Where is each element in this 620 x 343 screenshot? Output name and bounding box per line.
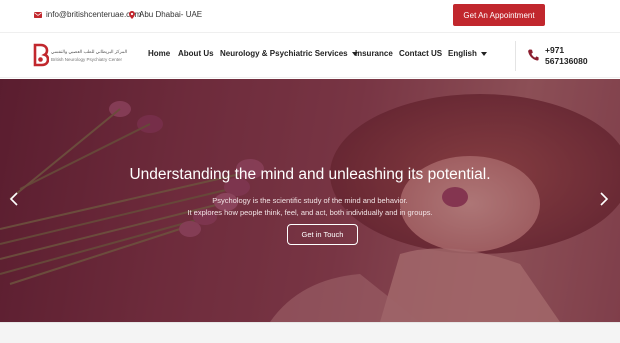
location-text: Abu Dhabai- UAE <box>139 10 203 19</box>
nav-about-label: About Us <box>178 49 214 58</box>
nav-divider <box>515 41 516 71</box>
location-pin-icon <box>129 10 135 19</box>
nav-home-label: Home <box>148 49 171 58</box>
location-info: Abu Dhabai- UAE <box>129 10 202 19</box>
phone-number[interactable]: 567136080 <box>545 56 588 66</box>
hero-slider: Understanding the mind and unleashing it… <box>0 79 620 322</box>
caret-down-icon <box>480 51 487 56</box>
logo-english-text: British Neurology Psychiatry Center <box>51 57 123 62</box>
get-in-touch-button[interactable]: Get in Touch <box>287 224 358 245</box>
nav-home[interactable]: Home <box>148 49 170 58</box>
top-info-bar: info@britishcenteruae.com Abu Dhabai- UA… <box>0 0 620 32</box>
nav-contact-us[interactable]: Contact US <box>399 49 442 58</box>
nav-services-dropdown[interactable]: Neurology & Psychiatric Services <box>220 49 358 58</box>
language-label: English <box>448 49 477 58</box>
nav-contact-label: Contact US <box>399 49 443 58</box>
email-text: info@britishcenteruae.com <box>46 10 142 19</box>
nav-services-label: Neurology & Psychiatric Services <box>220 49 348 58</box>
site-logo[interactable]: المركز البريطاني للطب العصبي والنفسي Bri… <box>33 42 129 72</box>
hero-subtitle-line-1: Psychology is the scientific study of th… <box>212 196 408 205</box>
chevron-right-icon[interactable] <box>598 191 610 207</box>
email-contact[interactable]: info@britishcenteruae.com <box>34 10 141 19</box>
nav-insurance[interactable]: Insurance <box>355 49 393 58</box>
next-section-strip <box>0 322 620 343</box>
main-navigation: المركز البريطاني للطب العصبي والنفسي Bri… <box>0 32 620 78</box>
logo-b-mark-icon <box>33 43 49 67</box>
phone-icon <box>528 49 539 61</box>
language-selector[interactable]: English <box>448 49 487 58</box>
logo-arabic-text: المركز البريطاني للطب العصبي والنفسي <box>51 49 128 54</box>
nav-insurance-label: Insurance <box>355 49 393 58</box>
hero-title: Understanding the mind and unleashing it… <box>129 166 491 183</box>
nav-about-us[interactable]: About Us <box>178 49 214 58</box>
get-appointment-button[interactable]: Get An Appointment <box>453 4 545 26</box>
hero-subtitle-line-2: It explores how people think, feel, and … <box>187 208 433 217</box>
chevron-left-icon[interactable] <box>8 191 20 207</box>
phone-number-prefix[interactable]: +971 <box>545 45 564 55</box>
mail-icon <box>34 11 42 18</box>
